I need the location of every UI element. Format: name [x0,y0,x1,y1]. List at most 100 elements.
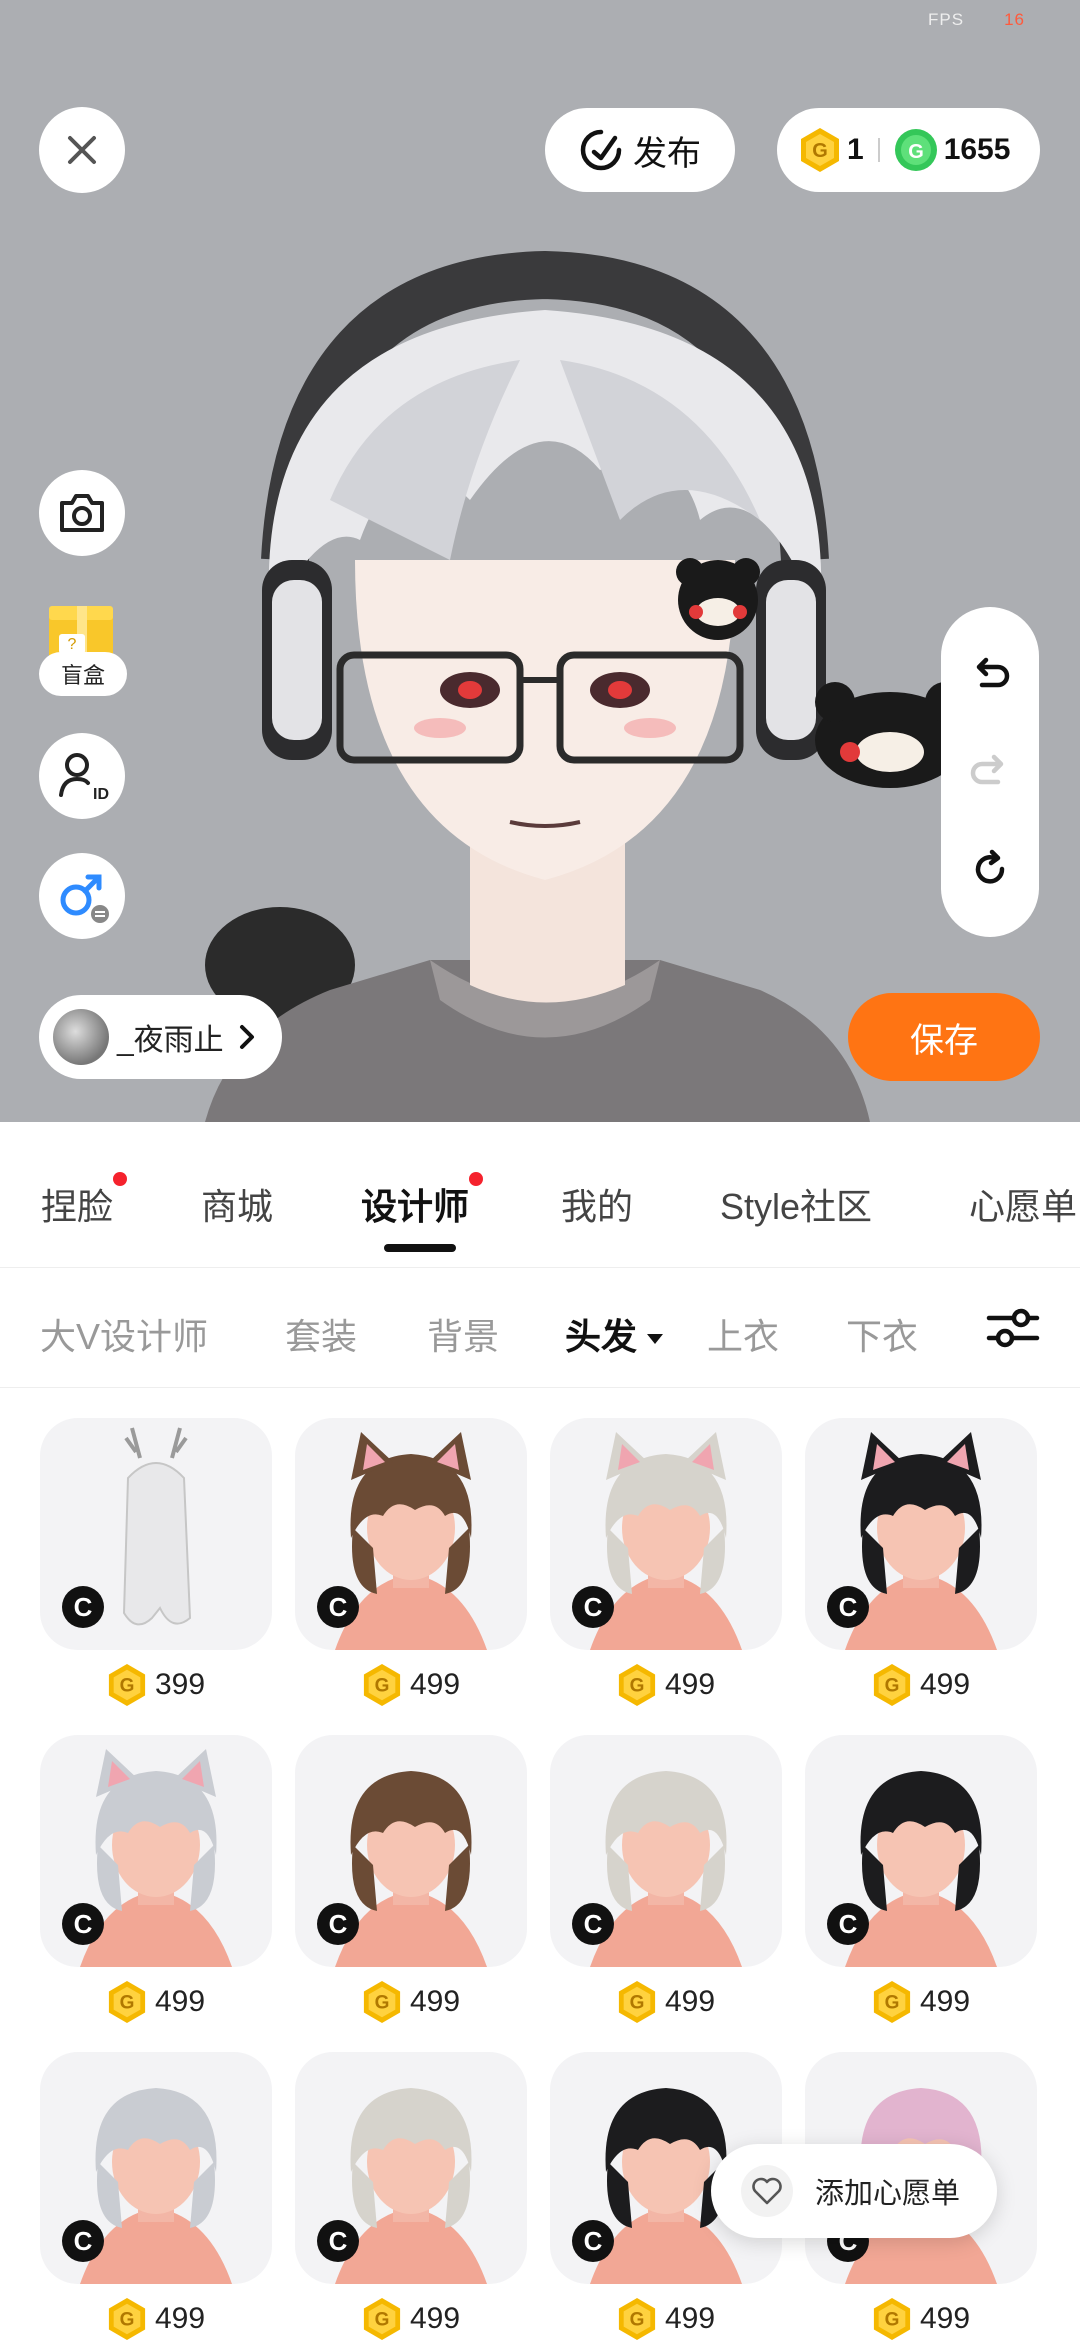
subtab-hair-label: 头发 [565,1316,638,1357]
item-price: G 499 [550,2296,782,2340]
item-price-value: 499 [664,2302,716,2335]
hair-item-card[interactable]: C G 499 [40,1735,272,2025]
close-button[interactable] [39,107,125,193]
tab-shop[interactable]: 商城 [201,1178,273,1230]
hair-item-card[interactable]: C G 499 [295,1418,527,1708]
reset-icon[interactable] [968,847,1012,891]
user-name: _夜雨止 [117,1024,224,1057]
tab-style-community-label: Style社区 [720,1186,873,1227]
svg-text:G: G [375,2310,390,2331]
currency-balance[interactable]: G 1 G 1655 [777,108,1040,192]
item-price: G 499 [295,1662,527,1708]
hair-item-card[interactable]: C G 399 [40,1418,272,1708]
tab-designer[interactable]: 设计师 [361,1172,484,1230]
hair-item-thumbnail: C [550,1418,782,1650]
hair-item-card[interactable]: C G 499 [295,2052,527,2340]
hair-item-thumbnail: C [805,1735,1037,1967]
item-price-value: 499 [919,1668,971,1701]
gender-switch-button[interactable] [39,853,125,939]
gold-coin-icon: G [618,1664,656,1706]
hair-item-thumbnail: C [550,1735,782,1967]
gold-coin-icon: G [873,2298,911,2340]
filter-sliders-icon[interactable] [983,1298,1043,1358]
gold-coin-icon: G [873,1664,911,1706]
tab-mine[interactable]: 我的 [561,1178,633,1230]
subtab-background[interactable]: 背景 [427,1308,499,1360]
subtab-outfit-set[interactable]: 套装 [285,1308,357,1360]
hair-item-thumbnail: C [40,1735,272,1967]
hair-item-card[interactable]: C G 499 [550,1418,782,1708]
category-tabs: 大V设计师 套装 背景 头发 上衣 下衣 [0,1268,1080,1388]
creator-badge-icon: C [827,1586,869,1628]
publish-button[interactable]: 发布 [545,108,735,192]
hair-item-thumbnail: C [295,1735,527,1967]
hair-item-card[interactable]: C G 499 [805,1418,1037,1708]
hair-item-card[interactable]: C G 499 [805,1735,1037,2025]
item-price: G 499 [550,1662,782,1708]
subtab-bottom[interactable]: 下衣 [846,1308,918,1360]
blindbox-label: 盲盒 [39,652,127,696]
undo-icon[interactable] [968,653,1012,697]
svg-text:G: G [630,1676,645,1697]
gold-coin-icon: G [618,1981,656,2023]
gold-coin-icon: G [363,1981,401,2023]
svg-text:G: G [885,1676,900,1697]
hair-item-card[interactable]: C G 499 [40,2052,272,2340]
creator-badge-icon: C [572,1903,614,1945]
creator-badge-icon: C [317,2220,359,2262]
gold-balance: 1 [847,133,864,166]
camera-icon [60,494,104,532]
camera-button[interactable] [39,470,125,556]
hair-item-thumbnail: C [295,2052,527,2284]
svg-text:G: G [630,2310,645,2331]
item-price-value: 499 [919,2302,971,2335]
hair-item-thumbnail: C [805,1418,1037,1650]
save-button[interactable]: 保存 [848,993,1040,1081]
creator-badge-icon: C [62,2220,104,2262]
item-price-value: 499 [154,1985,206,2018]
hair-item-thumbnail: C [295,1418,527,1650]
user-profile-pill[interactable]: _夜雨止 [39,995,282,1079]
avatar-stage[interactable]: FPS 16 发布 G 1 G 1655 ? 盲盒 ID _夜雨止 保存 [0,0,1080,1122]
item-price: G 399 [40,1662,272,1708]
item-price-value: 499 [664,1668,716,1701]
tab-style-community[interactable]: Style社区 [720,1178,872,1230]
tab-mine-label: 我的 [561,1186,634,1227]
item-price-value: 499 [664,1985,716,2018]
avatar-id-button[interactable]: ID [39,733,125,819]
heart-icon [752,2177,782,2205]
gold-coin-icon: G [618,2298,656,2340]
tab-wishlist[interactable]: 心愿单 [969,1178,1077,1230]
green-balance: 1655 [943,133,1011,166]
svg-text:G: G [812,140,828,162]
gold-coin-icon: G [363,2298,401,2340]
gold-coin-icon: G [108,1664,146,1706]
add-to-wishlist-button[interactable]: 添加心愿单 [711,2144,997,2238]
item-price: G 499 [295,1979,527,2025]
svg-text:G: G [885,1993,900,2014]
creator-badge-icon: C [317,1586,359,1628]
subtab-top[interactable]: 上衣 [707,1308,779,1360]
gold-coin-icon: G [108,1981,146,2023]
tab-face-label: 捏脸 [41,1186,114,1227]
blindbox-button[interactable]: ? 盲盒 [39,596,127,696]
subtab-hair[interactable]: 头发 [565,1308,664,1360]
green-coin-icon: G [894,129,937,171]
publish-icon [580,129,622,171]
hair-item-card[interactable]: C G 499 [295,1735,527,2025]
svg-text:G: G [885,2310,900,2331]
subtab-big-v-designer[interactable]: 大V设计师 [40,1308,208,1360]
tab-face[interactable]: 捏脸 [41,1172,128,1230]
gold-coin-icon: G [801,128,839,172]
male-gender-icon [60,874,109,923]
svg-text:G: G [120,1993,135,2014]
creator-badge-icon: C [572,1586,614,1628]
svg-text:?: ? [68,636,77,653]
tab-wishlist-label: 心愿单 [969,1186,1078,1227]
gold-coin-icon: G [108,2298,146,2340]
hair-item-card[interactable]: C G 499 [550,1735,782,2025]
redo-icon[interactable] [968,750,1012,794]
tab-designer-label: 设计师 [361,1186,470,1227]
item-price-value: 399 [154,1668,206,1701]
user-id-icon: ID [59,753,109,803]
